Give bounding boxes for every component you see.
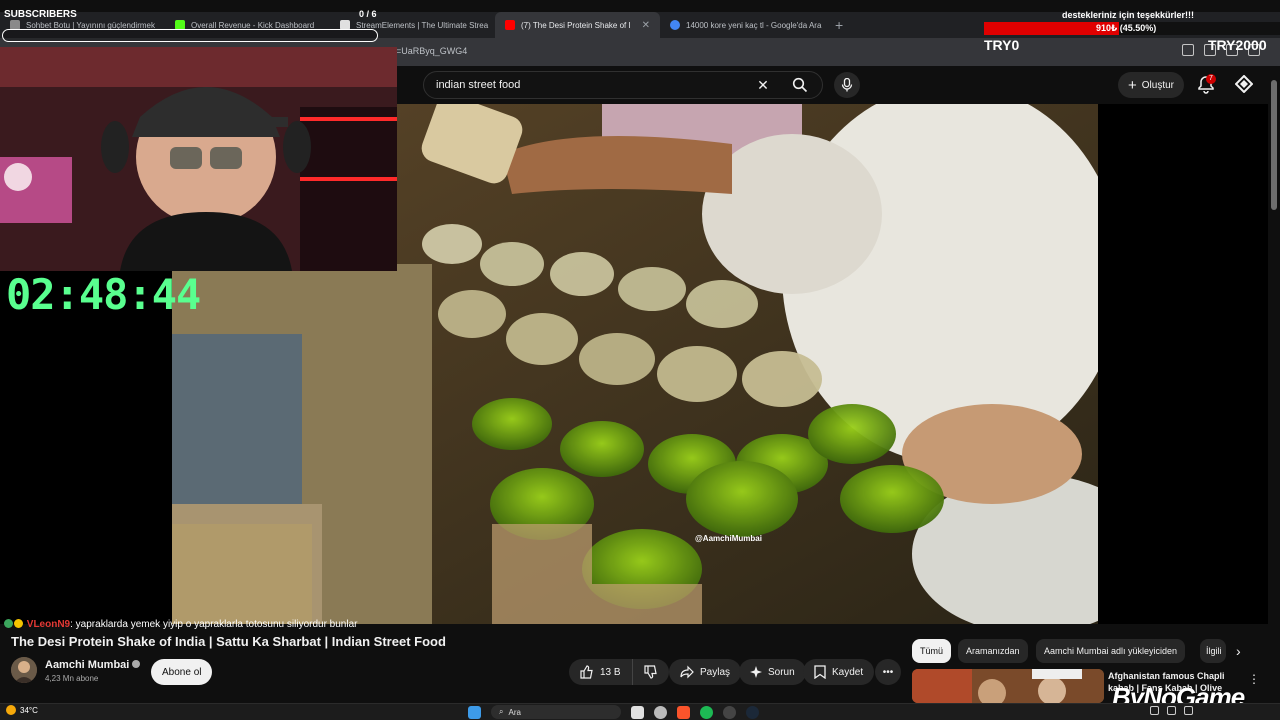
windows-start-icon[interactable]: [468, 705, 481, 719]
tab-title: 14000 kore yeni kaç tl - Google'da Ara: [686, 20, 822, 30]
notification-badge: 7: [1206, 74, 1216, 84]
chat-username: VLeonN9: [26, 619, 71, 630]
search-button[interactable]: [778, 72, 822, 98]
dislike-button[interactable]: [632, 659, 669, 685]
chip-all[interactable]: Tümü: [912, 639, 952, 663]
brave-browser-icon[interactable]: [677, 705, 690, 719]
channel-avatar[interactable]: [11, 657, 37, 683]
more-vertical-icon[interactable]: ⋮: [1248, 672, 1260, 686]
like-count: 13 B: [600, 666, 621, 678]
tray-chevron-icon[interactable]: [1150, 706, 1159, 715]
taskbar-search[interactable]: ⌕ Ara: [491, 705, 621, 719]
more-actions-button[interactable]: •••: [875, 659, 901, 685]
system-tray: [1150, 706, 1193, 715]
clear-search-icon[interactable]: ✕: [748, 77, 778, 94]
subscribers-goal-title: SUBSCRIBERS: [4, 9, 77, 20]
stream-timer: 02:48:44: [6, 270, 201, 319]
weather-widget[interactable]: 34°C: [6, 705, 38, 715]
video-watermark: @AamchiMumbai: [695, 534, 762, 543]
save-label: Kaydet: [832, 666, 864, 678]
stream-left-panel: [0, 271, 172, 624]
chat-badge-icon: [14, 619, 23, 628]
google-favicon-icon: [670, 20, 680, 30]
settings-gear-icon[interactable]: [654, 705, 667, 719]
share-button[interactable]: Paylaş: [669, 659, 742, 685]
chat-badge-icon: [4, 619, 13, 628]
more-horizontal-icon: •••: [882, 666, 894, 678]
subscribers-goal-bar: [2, 29, 378, 42]
browser-tab[interactable]: 14000 kore yeni kaç tl - Google'da Ara✕: [660, 12, 825, 38]
channel-subscriber-count: 4,23 Mn abone: [45, 674, 99, 683]
streamer-webcam: [0, 47, 397, 271]
sparkle-icon: [750, 666, 762, 678]
wifi-icon[interactable]: [1167, 706, 1176, 715]
voice-search-button[interactable]: [834, 72, 860, 98]
account-avatar-icon[interactable]: [1235, 75, 1253, 93]
weather-temp: 34°C: [20, 705, 38, 715]
tab-close-icon[interactable]: ✕: [642, 20, 650, 31]
donation-goal-min: TRY0: [984, 37, 1020, 53]
like-button[interactable]: 13 B: [569, 659, 633, 685]
obs-icon[interactable]: [723, 705, 736, 719]
chat-text: : yapraklarda yemek yiyip o yapraklarla …: [70, 619, 358, 630]
channel-name[interactable]: Aamchi Mumbai: [45, 659, 141, 671]
plus-icon: +: [1128, 76, 1137, 94]
search-icon: [792, 77, 808, 93]
volume-icon[interactable]: [1184, 706, 1193, 715]
donation-goal-title: destekleriniz için teşekkürler!!!: [1062, 10, 1195, 20]
thumbs-up-icon: [580, 665, 593, 679]
donation-goal-progress: 910₺ (45.50%): [1096, 23, 1157, 33]
tab-title: (7) The Desi Protein Shake of I: [521, 20, 631, 30]
channel-name-text: Aamchi Mumbai: [45, 659, 130, 671]
microphone-icon: [841, 78, 853, 92]
video-title: The Desi Protein Shake of India | Sattu …: [11, 634, 446, 649]
webcam-overlay: [0, 47, 397, 271]
recommended-thumbnail-image: [912, 669, 1104, 703]
url-text[interactable]: =UaRByq_GWG4: [396, 46, 467, 56]
youtube-favicon-icon: [505, 20, 515, 30]
chip-from-search[interactable]: Aramanızdan: [958, 639, 1028, 663]
create-label: Oluştur: [1141, 79, 1174, 91]
spotify-icon[interactable]: [700, 705, 713, 719]
create-button[interactable]: + Oluştur: [1118, 72, 1184, 98]
share-icon: [680, 665, 694, 679]
verified-check-icon: [132, 660, 141, 668]
ask-label: Sorun: [768, 666, 795, 678]
steam-icon[interactable]: [746, 705, 759, 719]
search-box[interactable]: indian street food ✕: [423, 71, 823, 99]
sun-icon: [6, 705, 16, 715]
scrollbar-thumb[interactable]: [1271, 80, 1277, 210]
browser-tab-active[interactable]: (7) The Desi Protein Shake of I ✕: [495, 12, 660, 38]
chip-related[interactable]: İlgili: [1200, 639, 1226, 663]
share-label: Paylaş: [700, 666, 731, 678]
music-icon[interactable]: [1182, 44, 1194, 56]
search-input[interactable]: indian street food: [436, 79, 748, 91]
taskbar-search-placeholder: Ara: [508, 707, 521, 717]
ask-button[interactable]: Sorun: [739, 659, 806, 685]
search-icon: ⌕: [499, 707, 504, 716]
subscribers-goal-count: 0 / 6: [359, 9, 377, 19]
new-tab-icon[interactable]: +: [825, 17, 853, 33]
chevron-right-icon[interactable]: ›: [1236, 643, 1241, 659]
thumbs-down-icon: [643, 665, 657, 679]
chip-from-uploader[interactable]: Aamchi Mumbai adlı yükleyiciden: [1036, 639, 1186, 663]
recommended-thumbnail[interactable]: [912, 669, 1104, 703]
save-button[interactable]: Kaydet: [803, 659, 875, 685]
channel-avatar-image: [11, 657, 37, 683]
bookmark-icon: [814, 665, 826, 679]
donation-goal-max: TRY2000: [1208, 37, 1267, 53]
tab-title: StreamElements | The Ultimate Strea: [356, 20, 489, 30]
subscribe-button[interactable]: Abone ol: [151, 659, 213, 685]
taskbar-icons: ⌕ Ara: [468, 705, 759, 719]
file-explorer-icon[interactable]: [631, 705, 644, 719]
like-dislike-group: 13 B: [569, 659, 669, 685]
chat-message: VLeonN9: yapraklarda yemek yiyip o yapra…: [4, 619, 357, 630]
video-side-letterbox: [1098, 104, 1268, 624]
